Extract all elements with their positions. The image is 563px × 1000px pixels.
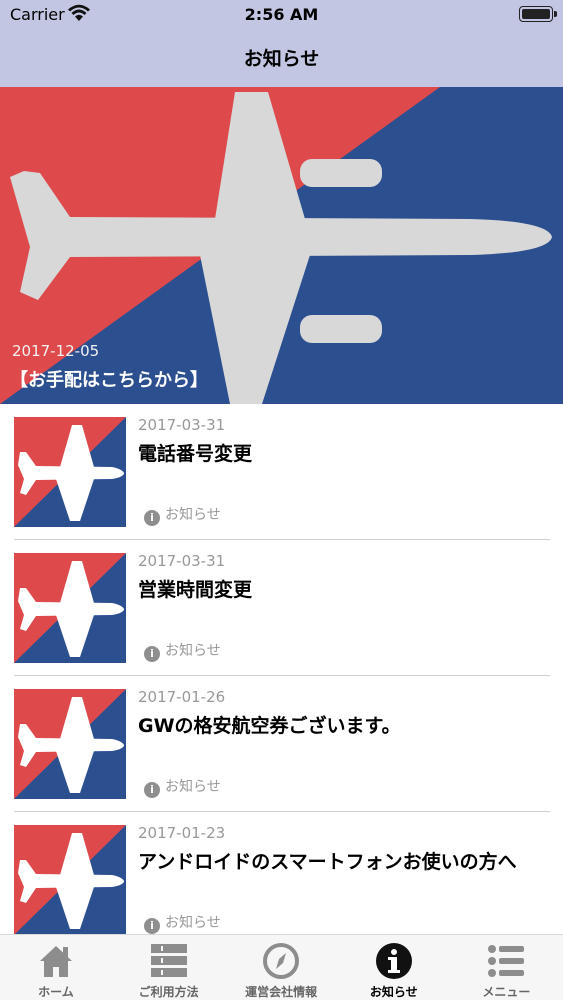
battery-icon — [519, 6, 557, 22]
home-icon — [36, 941, 76, 981]
tab-label: お知らせ — [369, 985, 418, 999]
list-item[interactable]: 2017-01-23 アンドロイドのスマートフォンお使いの方へ i お知らせ — [0, 812, 563, 934]
airplane-thumbnail — [14, 417, 126, 527]
compass-icon — [261, 941, 301, 981]
info-icon: i — [144, 510, 160, 526]
list-item[interactable]: 2017-03-31 電話番号変更 i お知らせ — [0, 404, 563, 540]
news-category-label: お知らせ — [165, 643, 221, 659]
news-category: i お知らせ — [144, 776, 221, 798]
list-layout-icon — [149, 941, 189, 981]
tab-label: ホーム — [38, 985, 74, 999]
tab-menu[interactable]: メニュー — [450, 935, 562, 1000]
tab-bar: ホーム ご利用方法 運営会社情報 お知らせ メニュー — [0, 934, 563, 1000]
news-list: 2017-03-31 電話番号変更 i お知らせ 2017-03-31 営業時間変更 i お知… — [0, 404, 563, 934]
news-category-label: お知らせ — [165, 779, 221, 795]
page-title: お知らせ — [243, 48, 320, 70]
info-icon: i — [144, 646, 160, 662]
news-category: i お知らせ — [144, 640, 221, 662]
news-title: GWの格安航空券ございます。 — [138, 715, 401, 737]
news-category-label: お知らせ — [165, 507, 221, 523]
news-title: アンドロイドのスマートフォンお使いの方へ — [138, 851, 517, 873]
status-time: 2:56 AM — [244, 5, 319, 24]
info-icon: i — [144, 918, 160, 934]
banner-date: 2017-12-05 — [12, 342, 100, 360]
news-date: 2017-01-26 — [138, 688, 226, 706]
news-category: i お知らせ — [144, 912, 221, 934]
tab-list-layout[interactable]: ご利用方法 — [113, 935, 225, 1000]
news-date: 2017-03-31 — [138, 552, 226, 570]
list-item[interactable]: 2017-03-31 営業時間変更 i お知らせ — [0, 540, 563, 676]
airplane-thumbnail — [14, 825, 126, 934]
banner-title: 【お手配はこちらから】 — [10, 370, 208, 391]
tab-label: メニュー — [482, 985, 531, 999]
info-icon — [374, 941, 414, 981]
news-category-label: お知らせ — [165, 915, 221, 931]
news-title: 営業時間変更 — [138, 579, 253, 601]
airplane-thumbnail — [14, 553, 126, 663]
status-bar: Carrier 2:56 AM — [0, 0, 563, 30]
airplane-thumbnail — [14, 689, 126, 799]
top-bar: Carrier 2:56 AM お知らせ — [0, 0, 563, 87]
featured-banner[interactable]: 2017-12-05 【お手配はこちらから】 — [0, 87, 563, 404]
tab-home[interactable]: ホーム — [0, 935, 112, 1000]
menu-icon — [486, 941, 526, 981]
news-date: 2017-03-31 — [138, 416, 226, 434]
tab-label: 運営会社情報 — [245, 985, 318, 999]
tab-label: ご利用方法 — [138, 985, 199, 999]
news-title: 電話番号変更 — [138, 443, 253, 465]
news-date: 2017-01-23 — [138, 824, 226, 842]
news-category: i お知らせ — [144, 504, 221, 526]
tab-compass[interactable]: 運営会社情報 — [225, 935, 337, 1000]
list-item[interactable]: 2017-01-26 GWの格安航空券ございます。 i お知らせ — [0, 676, 563, 812]
info-icon: i — [144, 782, 160, 798]
tab-info[interactable]: お知らせ — [338, 935, 450, 1000]
